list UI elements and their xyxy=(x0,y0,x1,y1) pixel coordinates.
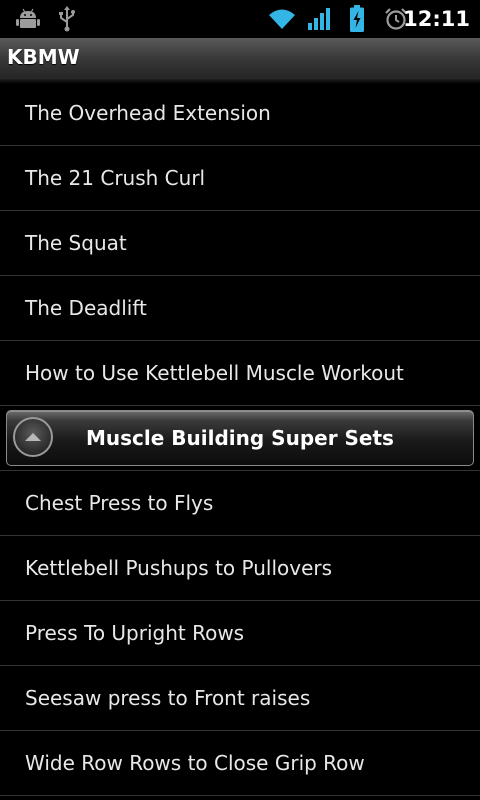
list-item[interactable]: The Deadlift xyxy=(0,276,480,341)
app-title-bar: KBMW xyxy=(0,38,480,79)
list-item[interactable]: Wide Row Rows to Close Grip Row xyxy=(0,731,480,796)
wifi-icon xyxy=(266,0,298,38)
list-item[interactable]: Seesaw press to Front raises xyxy=(0,666,480,731)
list-item-label: How to Use Kettlebell Muscle Workout xyxy=(25,361,404,385)
android-debug-icon xyxy=(14,0,42,38)
list-item-label: The Squat xyxy=(25,231,127,255)
usb-icon xyxy=(55,0,79,38)
list-item[interactable]: Kettlebell Pushups to Pullovers xyxy=(0,536,480,601)
group-header-label: Muscle Building Super Sets xyxy=(86,426,394,450)
list-item-label: The 21 Crush Curl xyxy=(25,166,206,190)
list-item-label: Kettlebell Pushups to Pullovers xyxy=(25,556,333,580)
list-item[interactable]: How to Use Kettlebell Muscle Workout xyxy=(0,341,480,406)
chevron-up-icon xyxy=(25,433,41,441)
list-item[interactable]: The Overhead Extension xyxy=(0,81,480,146)
list-item-label: Chest Press to Flys xyxy=(25,491,214,515)
collapse-button[interactable] xyxy=(13,417,53,457)
exercise-list: The Overhead Extension The 21 Crush Curl… xyxy=(0,81,480,796)
signal-icon xyxy=(306,0,334,38)
group-header-row: Muscle Building Super Sets xyxy=(0,406,480,471)
list-item-label: The Deadlift xyxy=(25,296,147,320)
list-item[interactable]: Press To Upright Rows xyxy=(0,601,480,666)
list-item-label: The Overhead Extension xyxy=(25,101,271,125)
app-title: KBMW xyxy=(7,45,80,69)
list-item[interactable]: The 21 Crush Curl xyxy=(0,146,480,211)
list-item[interactable]: The Squat xyxy=(0,211,480,276)
list-item[interactable]: Chest Press to Flys xyxy=(0,471,480,536)
status-clock: 12:11 xyxy=(403,7,470,31)
group-header[interactable]: Muscle Building Super Sets xyxy=(6,410,474,466)
list-item-label: Wide Row Rows to Close Grip Row xyxy=(25,751,365,775)
status-bar: 12:11 xyxy=(0,0,480,38)
list-item-label: Seesaw press to Front raises xyxy=(25,686,311,710)
list-item-label: Press To Upright Rows xyxy=(25,621,245,645)
battery-charging-icon xyxy=(346,0,368,38)
